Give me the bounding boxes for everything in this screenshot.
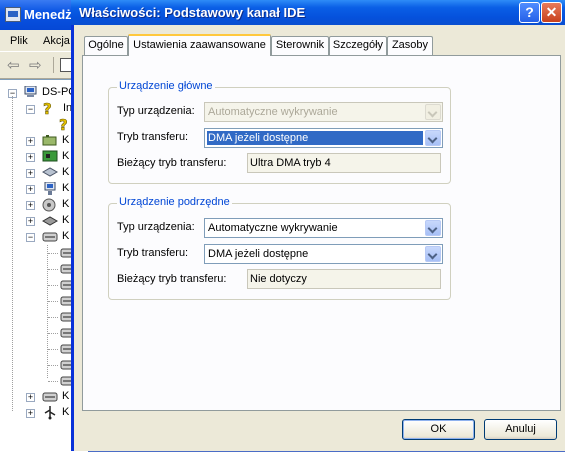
- tree-item-label: K: [62, 134, 70, 146]
- slave-device-group: Urządzenie podrzędne Typ urządzenia: Aut…: [108, 196, 451, 300]
- help-button[interactable]: ?: [519, 2, 540, 23]
- svg-text:?: ?: [59, 117, 68, 132]
- ok-button[interactable]: OK: [402, 419, 475, 440]
- tree-line: [48, 301, 58, 302]
- properties-dialog: Właściwości: Podstawowy kanał IDE ? ✕ Og…: [71, 0, 565, 451]
- expand-icon[interactable]: +: [26, 217, 35, 226]
- ide-controller-icon: [42, 231, 58, 243]
- expand-icon[interactable]: +: [26, 201, 35, 210]
- cancel-button[interactable]: Anuluj: [484, 419, 557, 440]
- tab-panel: Urządzenie główne Typ urządzenia: Automa…: [82, 55, 561, 411]
- tab-details[interactable]: Szczegóły: [329, 36, 387, 55]
- display-adapter-icon: [42, 181, 56, 195]
- device-type-label: Typ urządzenia:: [117, 221, 195, 233]
- dialog-titlebar[interactable]: Właściwości: Podstawowy kanał IDE ? ✕: [71, 0, 565, 25]
- transfer-mode-select[interactable]: DMA jeżeli dostępne: [204, 244, 443, 264]
- tree-line: [48, 365, 58, 366]
- device-manager-title: Menedż: [24, 7, 72, 22]
- controller-icon: [42, 391, 58, 403]
- dvd-drive-icon: [42, 198, 56, 212]
- usb-icon: [42, 405, 56, 420]
- expand-icon[interactable]: +: [26, 153, 35, 162]
- dialog-title: Właściwości: Podstawowy kanał IDE: [79, 5, 306, 20]
- device-type-value: Automatyczne wykrywanie: [208, 106, 338, 118]
- tree-item-label: K: [62, 182, 70, 194]
- tree-line: [48, 269, 58, 270]
- expand-icon[interactable]: +: [26, 409, 35, 418]
- disk-drive-icon: [41, 166, 59, 178]
- device-type-value: Automatyczne wykrywanie: [208, 222, 338, 234]
- expand-icon[interactable]: +: [26, 169, 35, 178]
- transfer-mode-select[interactable]: DMA jeżeli dostępne: [204, 128, 443, 148]
- master-device-group: Urządzenie główne Typ urządzenia: Automa…: [108, 80, 451, 184]
- battery-icon: [42, 134, 57, 146]
- current-mode-value: Nie dotyczy: [250, 273, 307, 285]
- toolbar-separator: [53, 57, 54, 73]
- chevron-down-icon[interactable]: [425, 130, 441, 146]
- group-title: Urządzenie podrzędne: [117, 196, 232, 208]
- tree-line: [48, 349, 58, 350]
- menu-file[interactable]: Plik: [10, 35, 28, 47]
- tab-advanced-settings[interactable]: Ustawienia zaawansowane: [128, 34, 271, 56]
- tree-item-label: K: [62, 150, 70, 162]
- tab-driver[interactable]: Sterownik: [271, 36, 329, 55]
- tree-line: [48, 253, 58, 254]
- svg-text:?: ?: [43, 101, 52, 116]
- computer-board-icon: [42, 150, 58, 162]
- current-mode-label: Bieżący tryb transferu:: [117, 157, 227, 169]
- tab-general[interactable]: Ogólne: [84, 36, 128, 55]
- device-type-select[interactable]: Automatyczne wykrywanie: [204, 218, 443, 238]
- current-mode-field: Nie dotyczy: [247, 269, 441, 289]
- menu-action[interactable]: Akcja: [43, 35, 70, 47]
- current-mode-value: Ultra DMA tryb 4: [250, 157, 331, 169]
- chevron-down-icon: [425, 104, 441, 120]
- computer-management-icon: [5, 7, 21, 22]
- tree-line: [48, 381, 58, 382]
- device-type-label: Typ urządzenia:: [117, 105, 195, 117]
- transfer-mode-value: DMA jeżeli dostępne: [208, 248, 309, 260]
- tab-resources[interactable]: Zasoby: [387, 36, 433, 55]
- collapse-icon[interactable]: −: [26, 233, 35, 242]
- transfer-mode-label: Tryb transferu:: [117, 131, 189, 143]
- chevron-down-icon[interactable]: [425, 246, 441, 262]
- forward-arrow-icon[interactable]: ⇨: [29, 56, 42, 74]
- chevron-down-icon[interactable]: [425, 220, 441, 236]
- expand-icon[interactable]: +: [26, 393, 35, 402]
- tree-line: [48, 317, 58, 318]
- tree-item-label: K: [62, 166, 70, 178]
- tree-item-label: K: [62, 390, 70, 402]
- tree-line: [48, 333, 58, 334]
- collapse-icon[interactable]: −: [26, 105, 35, 114]
- back-arrow-icon[interactable]: ⇦: [7, 56, 20, 74]
- transfer-mode-label: Tryb transferu:: [117, 247, 189, 259]
- group-title: Urządzenie główne: [117, 80, 215, 92]
- unknown-device-icon: ?: [58, 116, 71, 135]
- current-mode-label: Bieżący tryb transferu:: [117, 273, 227, 285]
- expand-icon[interactable]: +: [26, 137, 35, 146]
- floppy-drive-icon: [41, 214, 59, 226]
- unknown-device-icon: ?: [42, 100, 55, 119]
- tree-item-label: K: [62, 214, 70, 226]
- tree-item-label: K: [62, 230, 70, 242]
- computer-icon: [24, 85, 37, 98]
- device-type-select: Automatyczne wykrywanie: [204, 102, 443, 122]
- close-button[interactable]: ✕: [541, 2, 562, 23]
- current-mode-field: Ultra DMA tryb 4: [247, 153, 441, 173]
- expand-icon[interactable]: +: [26, 185, 35, 194]
- transfer-mode-value: DMA jeżeli dostępne: [207, 131, 423, 145]
- tree-line: [48, 285, 58, 286]
- tree-item-label: K: [62, 406, 70, 418]
- tree-item-label: K: [62, 198, 70, 210]
